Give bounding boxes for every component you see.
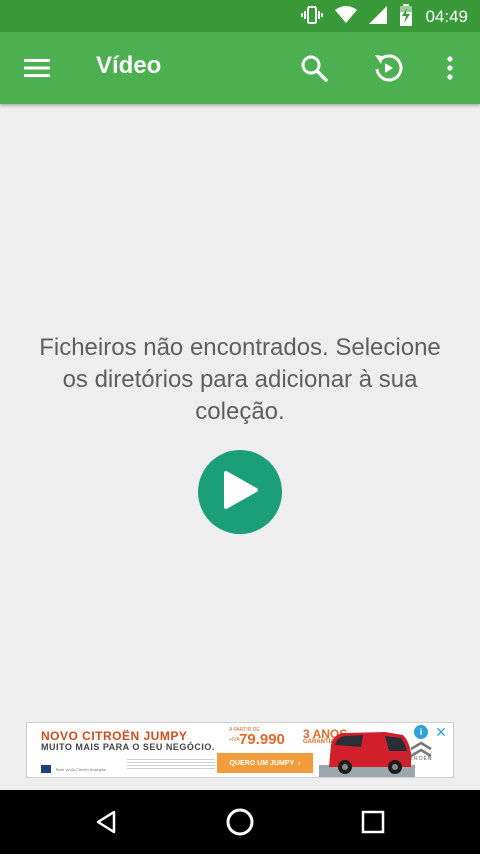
history-icon[interactable]	[370, 50, 406, 86]
van-image	[319, 727, 415, 777]
battery-charging-icon	[399, 4, 413, 30]
status-bar: 04:49	[0, 0, 480, 32]
more-vert-icon[interactable]	[432, 50, 468, 86]
status-time: 04:49	[425, 7, 468, 26]
ad-price: 79.990	[239, 731, 285, 748]
empty-state-line-1: Ficheiros não encontrados. Selecione	[39, 334, 441, 361]
empty-state-message: Ficheiros não encontrados. Selecione os …	[10, 332, 470, 428]
ad-subtitle: MUITO MAIS PARA O SEU NEGÓCIO.	[41, 742, 215, 752]
empty-state-line-3: coleção.	[195, 398, 285, 425]
home-icon[interactable]	[222, 804, 258, 840]
ad-title: NOVO CITROËN JUMPY	[41, 729, 188, 743]
signal-icon	[369, 6, 388, 28]
play-icon	[220, 469, 260, 515]
ad-cta-label: QUERO UM JUMPY	[229, 759, 295, 767]
vibrate-icon	[301, 5, 324, 29]
wifi-icon	[335, 6, 358, 28]
close-icon[interactable]: ✕	[432, 723, 450, 741]
recents-icon[interactable]	[355, 804, 391, 840]
back-icon[interactable]	[88, 804, 124, 840]
ad-legal-text	[127, 757, 215, 771]
ad-logo-icon	[41, 765, 51, 773]
empty-state-line-2: os diretórios para adicionar à sua	[62, 366, 418, 393]
page-title: Vídeo	[96, 52, 162, 79]
ad-cta-button[interactable]: QUERO UM JUMPY ›	[217, 753, 313, 773]
chevron-right-icon: ›	[298, 759, 301, 767]
app-bar: Vídeo	[0, 32, 480, 104]
ad-info-icon[interactable]: i	[414, 725, 428, 739]
search-icon[interactable]	[296, 50, 332, 86]
select-folders-button[interactable]	[198, 450, 282, 534]
ad-banner[interactable]: NOVO CITROËN JUMPY MUITO MAIS PARA O SEU…	[26, 722, 454, 778]
ad-brand: CITROËN	[403, 756, 433, 762]
status-icons: 04:49	[301, 4, 468, 30]
menu-icon[interactable]	[19, 50, 55, 86]
navigation-bar	[0, 790, 480, 854]
ad-fine-text: Bem vindo Citroën business	[56, 766, 106, 772]
